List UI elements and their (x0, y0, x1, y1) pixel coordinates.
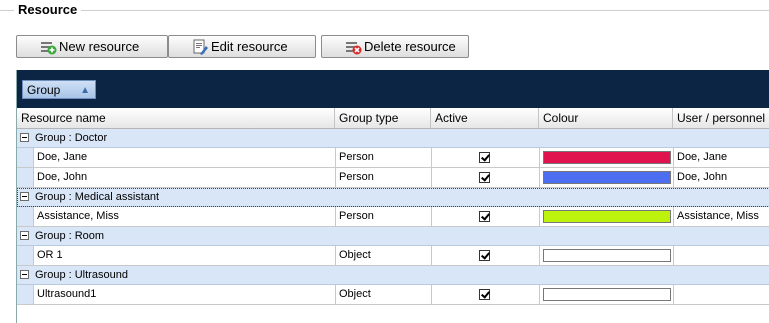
column-header-resource-name[interactable]: Resource name (17, 108, 335, 128)
section-title: Resource (14, 2, 82, 18)
delete-resource-button[interactable]: Delete resource (321, 35, 469, 58)
group-by-label: Group (27, 83, 61, 97)
colour-cell (539, 148, 673, 167)
table-row[interactable]: Ultrasound1 Object (17, 285, 769, 305)
user-cell[interactable]: Doe, John (673, 168, 769, 187)
row-indent (17, 207, 33, 226)
user-cell[interactable] (673, 285, 769, 304)
group-by-chip[interactable]: Group ▲ (22, 80, 96, 99)
table-row[interactable]: OR 1 Object (17, 246, 769, 266)
group-row-medical-assistant[interactable]: Group : Medical assistant (17, 188, 769, 207)
resource-name-cell[interactable]: Doe, Jane (33, 148, 335, 167)
table-row[interactable]: Doe, Jane Person Doe, Jane (17, 148, 769, 168)
collapse-icon[interactable] (20, 270, 29, 279)
resource-name-cell[interactable]: Ultrasound1 (33, 285, 335, 304)
edit-resource-button[interactable]: Edit resource (168, 35, 316, 58)
user-cell[interactable] (673, 246, 769, 265)
group-label: Group : Room (35, 230, 105, 242)
delete-resource-label: Delete resource (364, 39, 456, 54)
active-cell (431, 207, 539, 226)
active-checkbox[interactable] (479, 250, 490, 261)
group-type-cell[interactable]: Object (335, 285, 431, 304)
column-header-colour[interactable]: Colour (539, 108, 673, 128)
group-row-room[interactable]: Group : Room (17, 227, 769, 246)
group-label: Group : Ultrasound (35, 269, 128, 281)
row-indent (17, 285, 33, 304)
active-cell (431, 285, 539, 304)
colour-swatch[interactable] (543, 171, 671, 184)
active-cell (431, 246, 539, 265)
active-checkbox[interactable] (479, 172, 490, 183)
delete-resource-icon (344, 39, 362, 55)
colour-swatch[interactable] (543, 210, 671, 223)
group-type-cell[interactable]: Person (335, 207, 431, 226)
active-checkbox[interactable] (479, 211, 490, 222)
collapse-icon[interactable] (20, 192, 29, 201)
new-resource-label: New resource (59, 39, 140, 54)
user-cell[interactable]: Assistance, Miss (673, 207, 769, 226)
colour-cell (539, 246, 673, 265)
resource-name-cell[interactable]: OR 1 (33, 246, 335, 265)
column-header-group-type[interactable]: Group type (335, 108, 431, 128)
row-indent (17, 246, 33, 265)
row-indent (17, 148, 33, 167)
colour-cell (539, 285, 673, 304)
row-indent (17, 168, 33, 187)
table-row[interactable]: Assistance, Miss Person Assistance, Miss (17, 207, 769, 227)
edit-resource-icon (191, 39, 208, 55)
colour-swatch[interactable] (543, 249, 671, 262)
group-label: Group : Doctor (35, 132, 108, 144)
colour-swatch[interactable] (543, 288, 671, 301)
collapse-icon[interactable] (20, 231, 29, 240)
group-by-panel: Group ▲ (17, 70, 769, 108)
group-type-cell[interactable]: Person (335, 148, 431, 167)
new-resource-icon (39, 39, 57, 55)
column-header-active[interactable]: Active (431, 108, 539, 128)
user-cell[interactable]: Doe, Jane (673, 148, 769, 167)
group-label: Group : Medical assistant (35, 191, 160, 203)
group-row-ultrasound[interactable]: Group : Ultrasound (17, 266, 769, 285)
colour-cell (539, 168, 673, 187)
group-type-cell[interactable]: Object (335, 246, 431, 265)
sort-ascending-icon: ▲ (80, 85, 90, 96)
group-row-doctor[interactable]: Group : Doctor (17, 129, 769, 148)
active-cell (431, 168, 539, 187)
resource-name-cell[interactable]: Assistance, Miss (33, 207, 335, 226)
resource-grid: Group ▲ Resource name Group type Active … (16, 70, 769, 323)
new-resource-button[interactable]: New resource (16, 35, 168, 58)
section-divider (0, 10, 769, 11)
active-checkbox[interactable] (479, 152, 490, 163)
resource-name-cell[interactable]: Doe, John (33, 168, 335, 187)
table-row[interactable]: Doe, John Person Doe, John (17, 168, 769, 188)
grid-header: Resource name Group type Active Colour U… (17, 108, 769, 129)
column-header-user-personnel[interactable]: User / personnel (673, 108, 769, 128)
group-type-cell[interactable]: Person (335, 168, 431, 187)
edit-resource-label: Edit resource (211, 39, 288, 54)
active-cell (431, 148, 539, 167)
collapse-icon[interactable] (20, 133, 29, 142)
active-checkbox[interactable] (479, 289, 490, 300)
colour-cell (539, 207, 673, 226)
colour-swatch[interactable] (543, 151, 671, 164)
